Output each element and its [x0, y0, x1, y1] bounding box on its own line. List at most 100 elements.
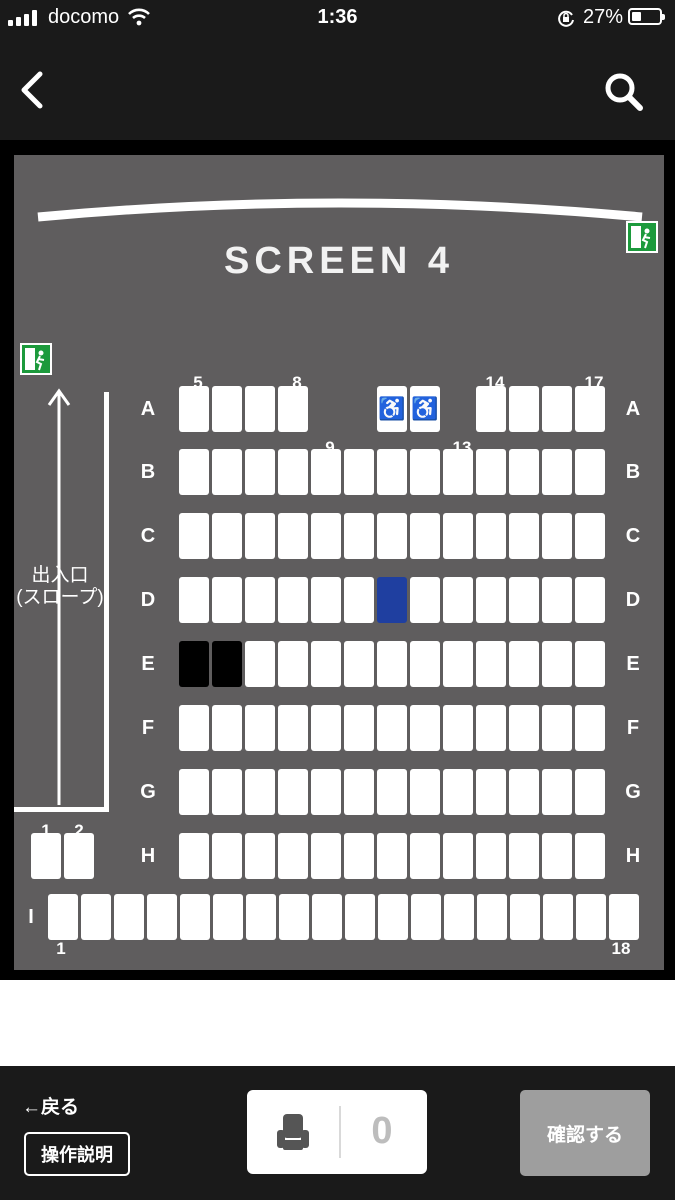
seat[interactable] [311, 769, 341, 815]
seat[interactable] [410, 705, 440, 751]
seat[interactable] [311, 513, 341, 559]
seat[interactable] [575, 449, 605, 495]
seat[interactable] [575, 769, 605, 815]
seat[interactable] [311, 705, 341, 751]
seat[interactable] [443, 641, 473, 687]
seat[interactable] [278, 769, 308, 815]
seat[interactable] [212, 513, 242, 559]
seat[interactable] [311, 449, 341, 495]
seat[interactable] [245, 769, 275, 815]
seat[interactable] [476, 577, 506, 623]
seat[interactable] [278, 641, 308, 687]
back-button[interactable] [14, 68, 54, 112]
seat[interactable] [245, 833, 275, 879]
back-link[interactable]: ←戻る [22, 1092, 79, 1119]
seat[interactable] [344, 577, 374, 623]
seat[interactable] [114, 894, 144, 940]
seat[interactable] [179, 386, 209, 432]
seat[interactable] [246, 894, 276, 940]
confirm-button[interactable]: 確認する [520, 1090, 650, 1176]
seat[interactable] [444, 894, 474, 940]
seat[interactable] [509, 641, 539, 687]
seat[interactable] [212, 386, 242, 432]
seat[interactable] [344, 513, 374, 559]
seat[interactable] [377, 641, 407, 687]
seat[interactable] [410, 833, 440, 879]
seat[interactable] [377, 705, 407, 751]
seat[interactable] [344, 641, 374, 687]
seat[interactable] [312, 894, 342, 940]
seat[interactable] [410, 449, 440, 495]
seat[interactable] [179, 833, 209, 879]
seat[interactable] [575, 833, 605, 879]
seat[interactable] [245, 513, 275, 559]
seat[interactable] [609, 894, 639, 940]
seat[interactable] [443, 833, 473, 879]
seat[interactable] [278, 513, 308, 559]
seat[interactable] [411, 894, 441, 940]
seat[interactable] [443, 513, 473, 559]
seat[interactable] [311, 577, 341, 623]
seat[interactable] [377, 577, 407, 623]
seat[interactable] [476, 769, 506, 815]
seat[interactable] [509, 577, 539, 623]
seat[interactable] [476, 641, 506, 687]
seat[interactable] [278, 386, 308, 432]
seat[interactable] [345, 894, 375, 940]
seat[interactable] [410, 577, 440, 623]
seat[interactable] [476, 833, 506, 879]
seat[interactable] [377, 833, 407, 879]
seat[interactable] [575, 513, 605, 559]
seat[interactable] [476, 449, 506, 495]
seat[interactable] [344, 833, 374, 879]
seat[interactable] [344, 769, 374, 815]
seat[interactable] [278, 833, 308, 879]
seat[interactable] [180, 894, 210, 940]
seat[interactable] [542, 386, 572, 432]
seat[interactable] [575, 386, 605, 432]
seat[interactable] [509, 769, 539, 815]
seat[interactable] [179, 449, 209, 495]
seat[interactable] [509, 513, 539, 559]
seat[interactable] [510, 894, 540, 940]
seat[interactable] [476, 386, 506, 432]
seat[interactable] [542, 577, 572, 623]
seat[interactable] [64, 833, 94, 879]
seat[interactable] [509, 705, 539, 751]
seat[interactable] [179, 513, 209, 559]
seat[interactable] [509, 386, 539, 432]
seat[interactable] [81, 894, 111, 940]
seat[interactable] [410, 641, 440, 687]
seat[interactable] [179, 769, 209, 815]
seat[interactable] [443, 769, 473, 815]
seat[interactable] [476, 705, 506, 751]
seat[interactable] [212, 449, 242, 495]
seat[interactable] [212, 833, 242, 879]
seat[interactable] [245, 641, 275, 687]
seat[interactable] [378, 894, 408, 940]
seat[interactable] [311, 833, 341, 879]
seat[interactable] [542, 769, 572, 815]
seat[interactable] [279, 894, 309, 940]
seat[interactable] [542, 641, 572, 687]
seat[interactable] [542, 833, 572, 879]
seat[interactable] [245, 577, 275, 623]
seat[interactable] [31, 833, 61, 879]
seat[interactable] [212, 705, 242, 751]
seat[interactable] [245, 705, 275, 751]
seat[interactable] [443, 705, 473, 751]
seat[interactable] [575, 641, 605, 687]
seat[interactable] [213, 894, 243, 940]
seat[interactable] [476, 513, 506, 559]
seat[interactable] [344, 705, 374, 751]
seat[interactable] [576, 894, 606, 940]
seat[interactable] [245, 386, 275, 432]
seat[interactable] [542, 705, 572, 751]
seat[interactable] [443, 577, 473, 623]
seat[interactable] [278, 705, 308, 751]
seat[interactable] [477, 894, 507, 940]
seat[interactable] [311, 641, 341, 687]
seat[interactable] [212, 577, 242, 623]
seat[interactable] [147, 894, 177, 940]
seat[interactable] [542, 449, 572, 495]
